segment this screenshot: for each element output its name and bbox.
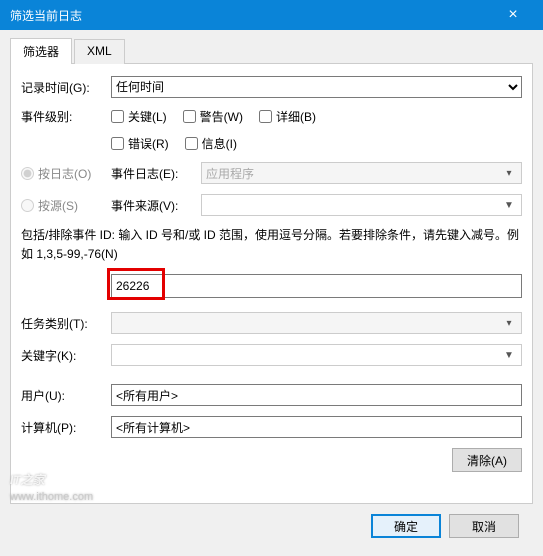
close-icon[interactable]: ×	[493, 6, 533, 24]
titlebar: 筛选当前日志 ×	[0, 0, 543, 30]
chevron-down-icon: ▼	[501, 200, 517, 211]
radio-by-log[interactable]: 按日志(O)	[21, 165, 111, 182]
tab-xml[interactable]: XML	[74, 39, 125, 65]
cancel-button[interactable]: 取消	[449, 514, 519, 538]
label-event-source: 事件来源(V):	[111, 197, 201, 214]
user-input[interactable]	[111, 384, 522, 406]
window-title: 筛选当前日志	[10, 7, 493, 24]
label-task-category: 任务类别(T):	[21, 315, 111, 332]
tab-filter[interactable]: 筛选器	[10, 38, 72, 64]
radio-by-source[interactable]: 按源(S)	[21, 197, 111, 214]
computer-input[interactable]	[111, 416, 522, 438]
keywords-combo[interactable]: ▼	[111, 344, 522, 366]
event-source-combo[interactable]: ▼	[201, 194, 522, 216]
label-logged: 记录时间(G):	[21, 79, 111, 96]
clear-button[interactable]: 清除(A)	[452, 448, 522, 472]
event-id-input[interactable]	[111, 274, 522, 298]
event-log-combo[interactable]: 应用程序 ▾	[201, 162, 522, 184]
dialog-body: 筛选器 XML 记录时间(G): 任何时间 事件级别: 关键(L) 警告(W) …	[0, 30, 543, 556]
label-user: 用户(U):	[21, 387, 111, 404]
chk-error[interactable]: 错误(R)	[111, 135, 169, 152]
dialog-footer: 确定 取消	[10, 504, 533, 548]
tab-content: 记录时间(G): 任何时间 事件级别: 关键(L) 警告(W) 详细(B) 错误…	[10, 64, 533, 504]
logged-time-select[interactable]: 任何时间	[111, 76, 522, 98]
label-computer: 计算机(P):	[21, 419, 111, 436]
tab-strip: 筛选器 XML	[10, 38, 533, 64]
chevron-down-icon: ▾	[501, 168, 517, 179]
label-keywords: 关键字(K):	[21, 347, 111, 364]
chk-critical[interactable]: 关键(L)	[111, 108, 167, 125]
chevron-down-icon: ▾	[501, 318, 517, 329]
chevron-down-icon: ▼	[501, 350, 517, 361]
event-id-help: 包括/排除事件 ID: 输入 ID 号和/或 ID 范围，使用逗号分隔。若要排除…	[21, 226, 522, 264]
label-level: 事件级别:	[21, 108, 111, 125]
label-event-log: 事件日志(E):	[111, 165, 201, 182]
chk-verbose[interactable]: 详细(B)	[259, 108, 316, 125]
chk-information[interactable]: 信息(I)	[185, 135, 237, 152]
task-category-combo: ▾	[111, 312, 522, 334]
ok-button[interactable]: 确定	[371, 514, 441, 538]
chk-warning[interactable]: 警告(W)	[183, 108, 243, 125]
